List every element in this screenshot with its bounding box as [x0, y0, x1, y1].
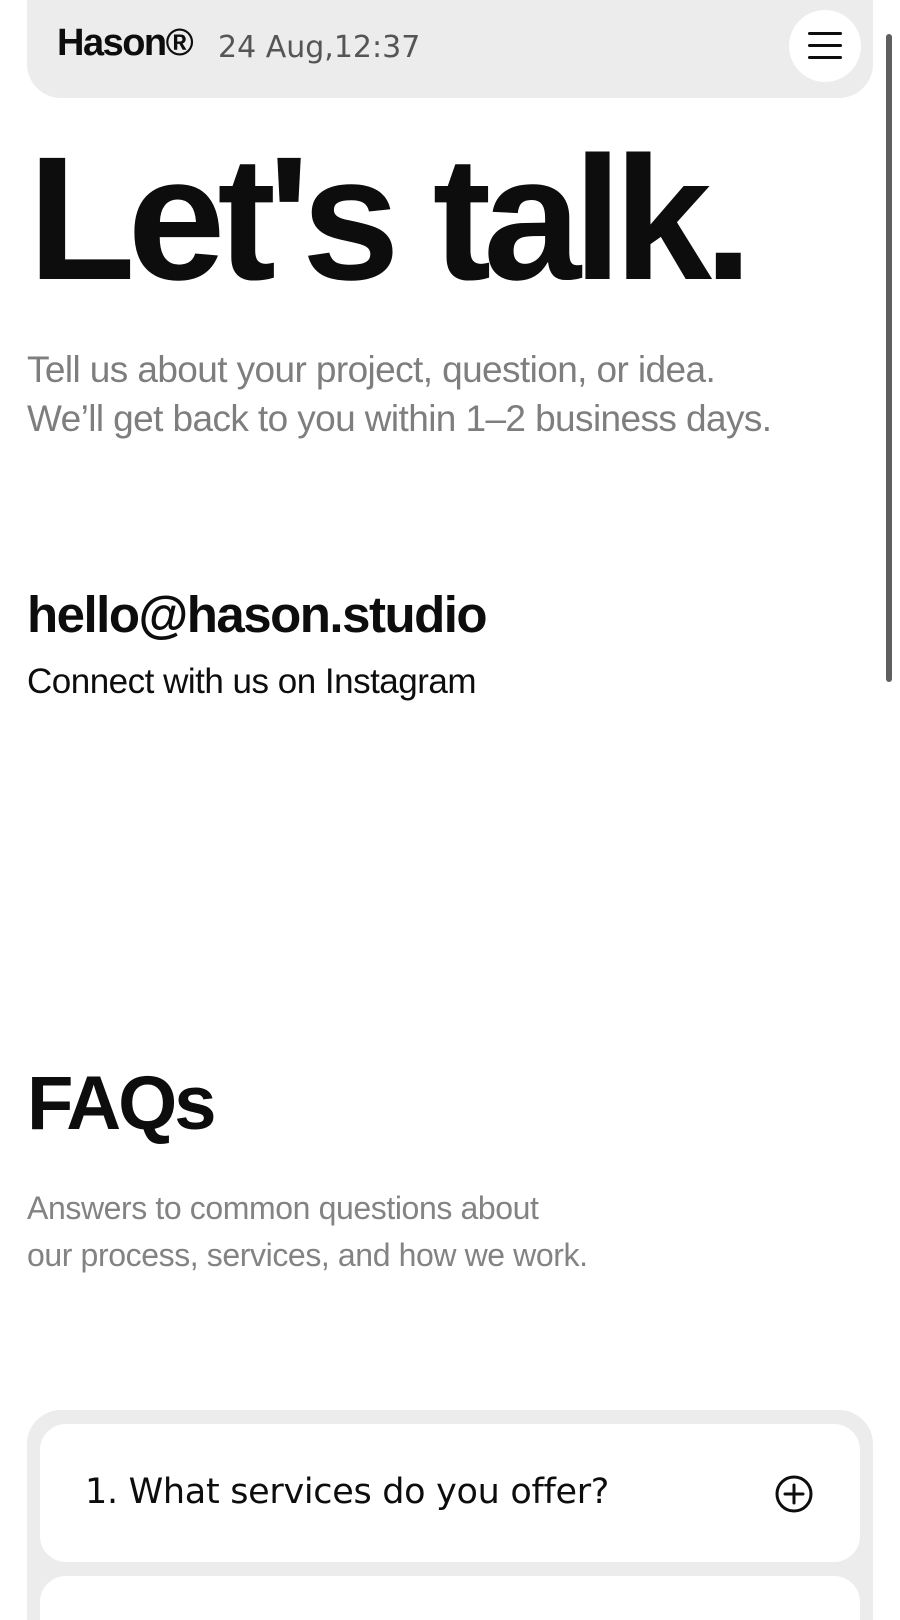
email-link[interactable]: hello@hason.studio	[27, 585, 488, 644]
hero-subtitle: Tell us about your project, question, or…	[27, 345, 772, 443]
scrollbar-thumb[interactable]	[886, 34, 892, 682]
faq-item[interactable]	[40, 1576, 860, 1620]
faq-subtitle: Answers to common questions about our pr…	[27, 1185, 588, 1279]
faq-subtitle-line-1: Answers to common questions about	[27, 1190, 539, 1226]
plus-circle-icon[interactable]	[774, 1474, 814, 1514]
faq-question: 1. What services do you offer?	[85, 1472, 610, 1512]
contact-page: Hason® 24 Aug,12:37 Let's talk. Tell us …	[0, 0, 900, 1620]
hero-subtitle-line-1: Tell us about your project, question, or…	[27, 349, 716, 390]
faq-subtitle-line-2: our process, services, and how we work.	[27, 1237, 588, 1273]
instagram-link[interactable]: Connect with us on Instagram	[27, 662, 477, 702]
date-time: 24 Aug,12:37	[218, 30, 421, 65]
top-bar: Hason® 24 Aug,12:37	[27, 0, 873, 98]
faq-list: 1. What services do you offer?	[27, 1410, 873, 1620]
brand-logo[interactable]: Hason®	[57, 22, 194, 65]
faq-item[interactable]: 1. What services do you offer?	[40, 1424, 860, 1562]
faq-title: FAQs	[27, 1061, 216, 1146]
hero-subtitle-line-2: We’ll get back to you within 1–2 busines…	[27, 398, 772, 439]
menu-button[interactable]	[789, 10, 861, 82]
page-title: Let's talk.	[28, 121, 753, 317]
hamburger-menu-icon	[808, 32, 842, 59]
